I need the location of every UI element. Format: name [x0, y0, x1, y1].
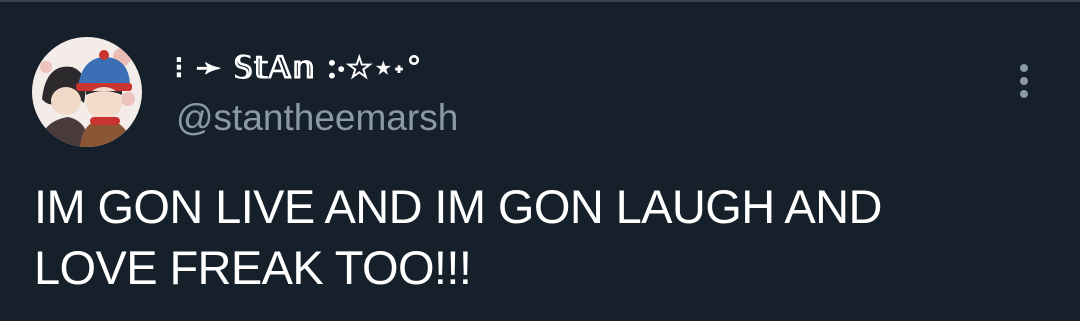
more-options-button[interactable]: [1006, 58, 1042, 104]
author-display-name[interactable]: ⁝ ➛ 𝕊𝕥𝔸𝕟 ჻☆⋆˖°: [174, 44, 422, 92]
author-handle[interactable]: @stantheemarsh: [176, 96, 458, 140]
avatar[interactable]: [32, 37, 142, 147]
avatar-image: [32, 37, 142, 147]
tweet-text: IM GON LIVE AND IM GON LAUGH AND LOVE FR…: [34, 176, 1034, 298]
tweet-text-line: IM GON LIVE AND IM GON LAUGH AND: [34, 180, 882, 233]
tweet-text-line: LOVE FREAK TOO!!!: [34, 241, 472, 294]
top-divider: [0, 0, 1080, 2]
